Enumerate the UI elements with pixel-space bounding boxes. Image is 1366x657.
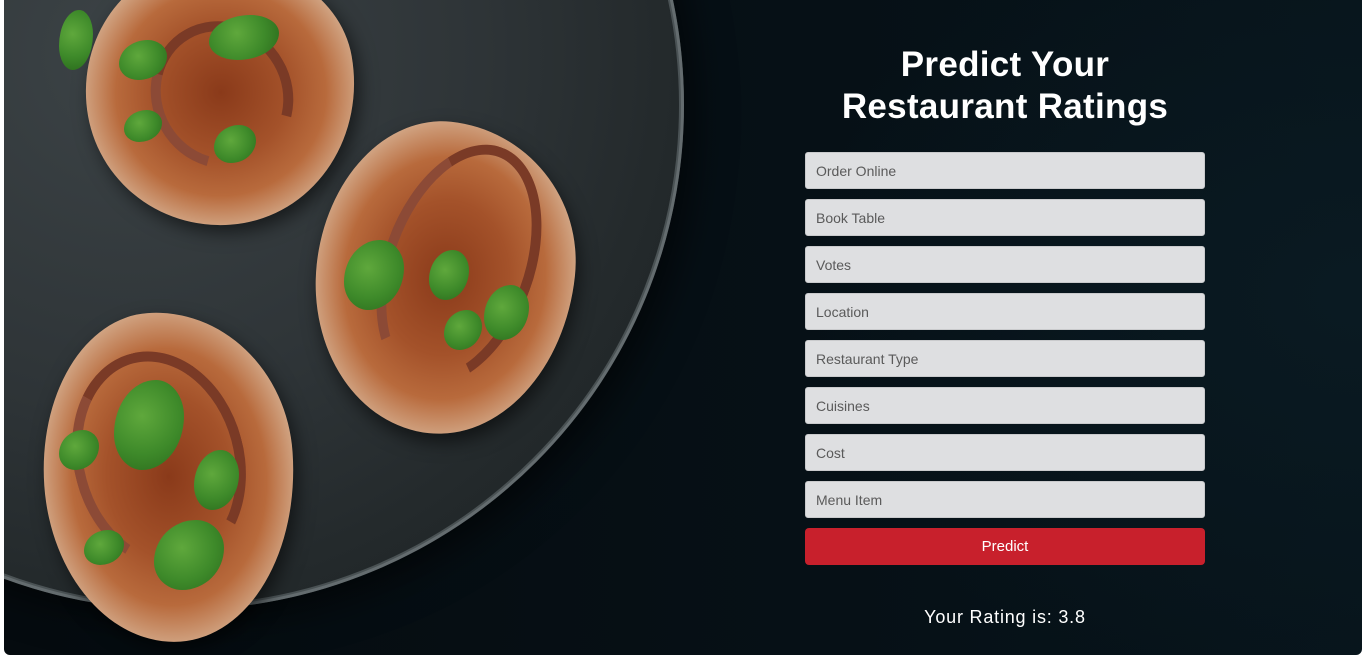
restaurant-type-input[interactable] — [805, 340, 1205, 377]
location-input[interactable] — [805, 293, 1205, 330]
menu-item-input[interactable] — [805, 481, 1205, 518]
rating-form: Predict — [805, 152, 1205, 565]
cost-input[interactable] — [805, 434, 1205, 471]
page-title: Predict Your Restaurant Ratings — [805, 44, 1205, 128]
votes-input[interactable] — [805, 246, 1205, 283]
cuisines-input[interactable] — [805, 387, 1205, 424]
prediction-form-panel: Predict Your Restaurant Ratings Predict … — [805, 44, 1205, 628]
food-background-image — [4, 0, 784, 655]
book-table-input[interactable] — [805, 199, 1205, 236]
page-frame: Predict Your Restaurant Ratings Predict … — [4, 0, 1362, 655]
order-online-input[interactable] — [805, 152, 1205, 189]
page-title-line1: Predict Your — [900, 45, 1110, 84]
predict-button[interactable]: Predict — [805, 528, 1205, 565]
rating-result-text: Your Rating is: 3.8 — [924, 607, 1086, 627]
page-title-line2: Restaurant Ratings — [841, 87, 1169, 126]
